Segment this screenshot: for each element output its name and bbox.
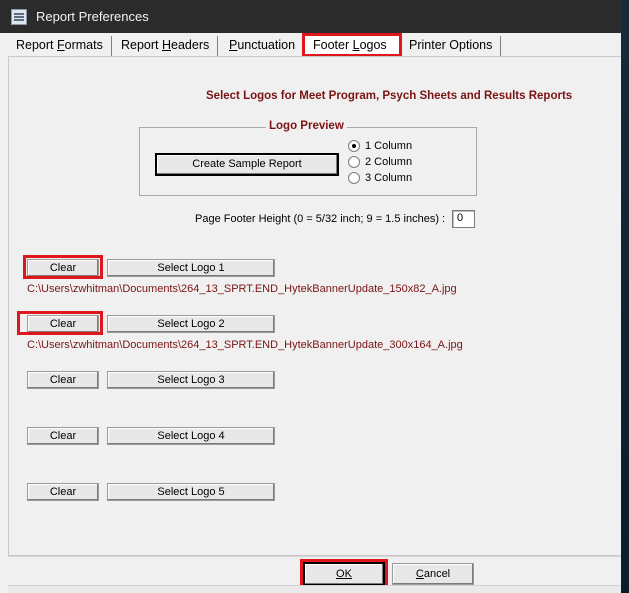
clear-logo-4-button[interactable]: Clear <box>27 427 99 445</box>
bottom-separator <box>8 556 622 557</box>
tab-printer-options[interactable]: Printer Options <box>401 36 502 56</box>
radio-3-column[interactable]: 3 Column <box>348 172 412 184</box>
select-logo-3-button[interactable]: Select Logo 3 <box>107 371 275 389</box>
select-logo-2-button[interactable]: Select Logo 2 <box>107 315 275 333</box>
logo-preview-group: Logo Preview Create Sample Report 1 Colu… <box>139 120 477 196</box>
logo-1-path: C:\Users\zwhitman\Documents\264_13_SPRT.… <box>27 283 457 295</box>
title-bar[interactable]: Report Preferences <box>0 0 629 33</box>
desktop-background-right <box>621 0 629 593</box>
tab-report-formats[interactable]: Report Formats <box>8 36 112 56</box>
cancel-button[interactable]: Cancel <box>392 563 474 585</box>
app-window-icon <box>11 8 27 25</box>
window-title: Report Preferences <box>36 9 149 24</box>
footer-height-label: Page Footer Height (0 = 5/32 inch; 9 = 1… <box>195 213 446 225</box>
tab-report-headers[interactable]: Report Headers <box>113 36 219 56</box>
tab-footer-logos[interactable]: Footer Logos <box>302 33 402 57</box>
report-preferences-dialog: Report Preferences Report Formats Report… <box>0 0 629 593</box>
footer-height-input[interactable]: 0 <box>452 210 475 228</box>
radio-indicator[interactable] <box>348 172 360 184</box>
clear-logo-1-button[interactable]: Clear <box>27 259 99 277</box>
logo-2-path: C:\Users\zwhitman\Documents\264_13_SPRT.… <box>27 339 463 351</box>
tab-strip: Report Formats Report Headers Punctuatio… <box>8 33 622 57</box>
clear-logo-2-button[interactable]: Clear <box>27 315 99 333</box>
footer-logos-panel: Select Logos for Meet Program, Psych She… <box>8 56 622 556</box>
radio-2-column[interactable]: 2 Column <box>348 156 412 168</box>
status-bar <box>8 585 622 593</box>
logo-preview-title: Logo Preview <box>266 120 347 132</box>
radio-indicator[interactable] <box>348 156 360 168</box>
radio-1-column[interactable]: 1 Column <box>348 140 412 152</box>
radio-indicator-selected[interactable] <box>348 140 360 152</box>
tab-punctuation[interactable]: Punctuation <box>221 36 305 56</box>
dialog-client-area: Report Formats Report Headers Punctuatio… <box>8 33 622 593</box>
clear-logo-5-button[interactable]: Clear <box>27 483 99 501</box>
create-sample-report-button[interactable]: Create Sample Report <box>156 154 338 175</box>
select-logo-1-button[interactable]: Select Logo 1 <box>107 259 275 277</box>
ok-button[interactable]: OK <box>304 563 384 585</box>
select-logo-5-button[interactable]: Select Logo 5 <box>107 483 275 501</box>
select-logo-4-button[interactable]: Select Logo 4 <box>107 427 275 445</box>
clear-logo-3-button[interactable]: Clear <box>27 371 99 389</box>
section-heading: Select Logos for Meet Program, Psych She… <box>206 90 573 102</box>
